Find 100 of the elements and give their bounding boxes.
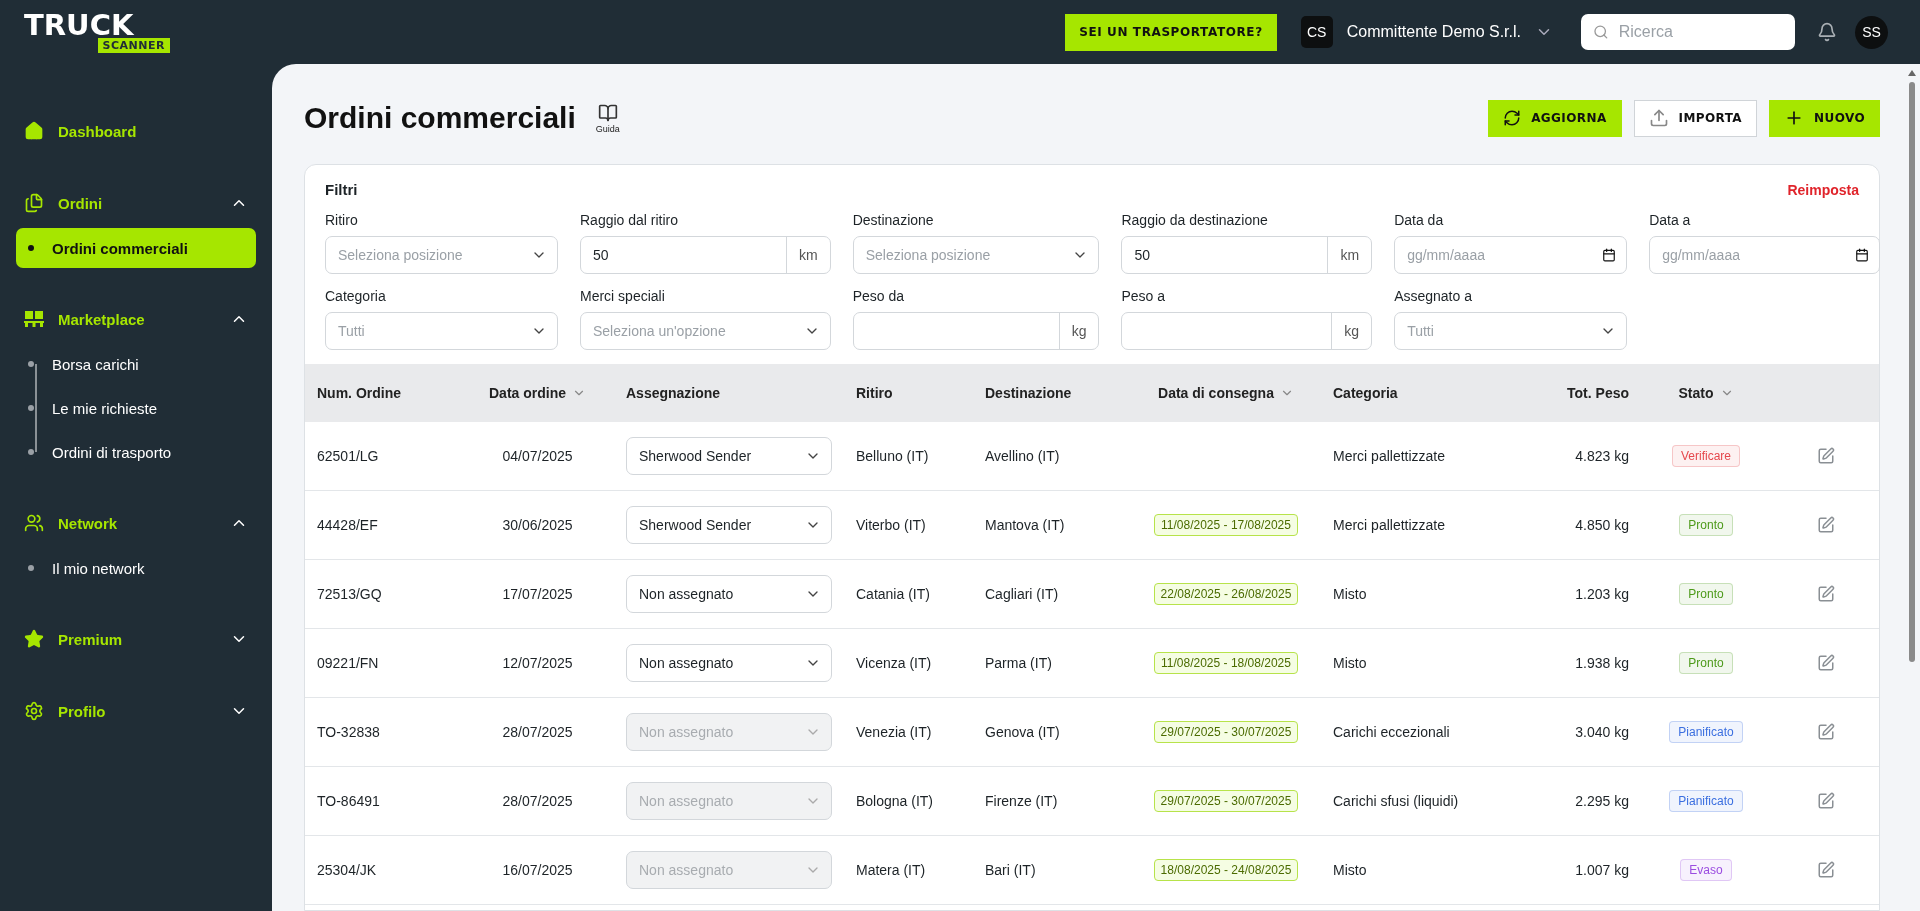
import-button[interactable]: IMPORTA bbox=[1633, 99, 1758, 137]
user-avatar[interactable]: SS bbox=[1855, 15, 1888, 49]
table-cell-text: Mantova (IT) bbox=[984, 517, 1066, 533]
carrier-button[interactable]: SEI UN TRASPORTATORE? bbox=[1065, 13, 1277, 51]
unit-label: kg bbox=[1058, 313, 1099, 349]
assignee-select[interactable]: Sherwood Sender bbox=[626, 437, 832, 475]
sidebar-section[interactable]: Ordini bbox=[16, 180, 256, 226]
column-header: Tot. Peso bbox=[1567, 385, 1629, 401]
assignee-select[interactable]: Non assegnato bbox=[626, 644, 832, 682]
assignee-select[interactable]: Non assegnato bbox=[626, 575, 832, 613]
sidebar-section[interactable]: Profilo bbox=[16, 688, 256, 734]
text-input[interactable]: 50 bbox=[581, 247, 786, 263]
search-field[interactable]: Ricerca bbox=[1581, 14, 1795, 50]
sidebar-section[interactable]: Network bbox=[16, 500, 256, 546]
edit-button[interactable] bbox=[1817, 723, 1835, 741]
delivery-date-badge: 29/07/2025 - 30/07/2025 bbox=[1153, 790, 1299, 812]
table-cell-text: 30/06/2025 bbox=[501, 517, 574, 533]
nav-icon bbox=[24, 121, 44, 141]
column-header: Destinazione bbox=[985, 385, 1072, 401]
status-badge: Pronto bbox=[1679, 652, 1733, 674]
assignee-input[interactable]: Sherwood Sender bbox=[627, 517, 805, 533]
input-field[interactable]: 50 km bbox=[580, 236, 831, 274]
book-icon bbox=[597, 102, 618, 123]
select-input[interactable]: Seleziona posizione bbox=[326, 247, 531, 263]
company-switcher[interactable]: CS Committente Demo S.r.l. bbox=[1300, 16, 1553, 48]
sidebar-item[interactable]: Il mio network bbox=[16, 548, 256, 588]
nav-icon bbox=[24, 513, 44, 533]
assignee-input[interactable]: Non assegnato bbox=[627, 655, 805, 671]
table-cell-text: Carichi eccezionali bbox=[1332, 724, 1451, 740]
input-field[interactable]: kg bbox=[1121, 312, 1373, 350]
table-cell-text: Matera (IT) bbox=[855, 862, 927, 878]
status-badge: Evaso bbox=[1680, 859, 1732, 881]
table-cell-text: Cagliari (IT) bbox=[984, 586, 1060, 602]
edit-button[interactable] bbox=[1817, 792, 1835, 810]
calendar-icon bbox=[1855, 248, 1870, 262]
input-field[interactable]: kg bbox=[852, 312, 1100, 350]
input-field[interactable]: 50 km bbox=[1121, 236, 1373, 274]
new-button[interactable]: NUOVO bbox=[1769, 99, 1880, 137]
refresh-icon bbox=[1503, 109, 1522, 127]
assignee-input[interactable]: Sherwood Sender bbox=[627, 448, 805, 464]
date-input[interactable]: gg/mm/aaaa bbox=[1395, 247, 1603, 263]
table-cell-text: 2.295 kg bbox=[1574, 793, 1630, 809]
edit-button[interactable] bbox=[1817, 585, 1835, 603]
table-cell-text: Catania (IT) bbox=[855, 586, 931, 602]
bell-icon[interactable] bbox=[1817, 22, 1837, 42]
edit-button[interactable] bbox=[1817, 654, 1835, 672]
column-header[interactable]: Data di consegna bbox=[1158, 385, 1274, 401]
select-input[interactable]: Tutti bbox=[326, 323, 531, 339]
assignee-input[interactable]: Non assegnato bbox=[627, 586, 805, 602]
table-cell-text: 4.823 kg bbox=[1574, 448, 1630, 464]
table-cell-text: 16/07/2025 bbox=[501, 862, 574, 878]
sidebar-item[interactable]: Ordini di trasporto bbox=[16, 432, 256, 472]
edit-button[interactable] bbox=[1817, 516, 1835, 534]
table-cell-text: Merci pallettizzate bbox=[1332, 517, 1447, 533]
search-input[interactable]: Ricerca bbox=[1616, 22, 1783, 42]
reset-link[interactable]: Reimposta bbox=[1787, 181, 1859, 198]
column-header: Assegnazione bbox=[626, 385, 721, 401]
select-field[interactable]: Seleziona un'opzione bbox=[580, 312, 831, 350]
sidebar-item[interactable]: Le mie richieste bbox=[16, 388, 256, 428]
delivery-date-badge: 22/08/2025 - 26/08/2025 bbox=[1153, 583, 1299, 605]
select-field[interactable]: Seleziona posizione bbox=[325, 236, 558, 274]
table-cell-text: Bologna (IT) bbox=[855, 793, 935, 809]
assignee-select[interactable]: Sherwood Sender bbox=[626, 506, 832, 544]
table-cell-text: 62501/LG bbox=[316, 448, 380, 464]
select-input[interactable]: Seleziona posizione bbox=[853, 247, 1073, 263]
sidebar-section[interactable]: Dashboard bbox=[16, 108, 256, 154]
column-header[interactable]: Data ordine bbox=[489, 385, 566, 401]
sidebar-item[interactable]: Ordini commerciali bbox=[16, 228, 256, 268]
sidebar-item[interactable]: Borsa carichi bbox=[16, 344, 256, 384]
edit-button[interactable] bbox=[1817, 447, 1835, 465]
table-cell-text: 28/07/2025 bbox=[501, 793, 574, 809]
select-field[interactable]: Seleziona posizione bbox=[852, 236, 1100, 274]
table-cell-text: Bari (IT) bbox=[984, 862, 1037, 878]
status-badge: Pronto bbox=[1679, 583, 1733, 605]
date-input[interactable]: gg/mm/aaaa bbox=[1650, 247, 1856, 263]
refresh-button[interactable]: AGGIORNA bbox=[1488, 99, 1622, 137]
sidebar-section[interactable]: Premium bbox=[16, 616, 256, 662]
date-field[interactable]: gg/mm/aaaa bbox=[1394, 236, 1628, 274]
date-field[interactable]: gg/mm/aaaa bbox=[1649, 236, 1881, 274]
filter-label: Peso a bbox=[1121, 288, 1167, 304]
select-field[interactable]: Tutti bbox=[325, 312, 558, 350]
text-input[interactable]: 50 bbox=[1122, 247, 1328, 263]
unit-label: km bbox=[1327, 237, 1372, 273]
unit-label: km bbox=[786, 237, 830, 273]
logo[interactable]: TRUCK SCANNER bbox=[24, 11, 170, 53]
select-field[interactable]: Tutti bbox=[1394, 312, 1628, 350]
column-header[interactable]: Stato bbox=[1678, 385, 1714, 401]
table-cell-text: 1.007 kg bbox=[1574, 862, 1630, 878]
edit-button[interactable] bbox=[1817, 861, 1835, 879]
table-cell-text: Carichi sfusi (liquidi) bbox=[1332, 793, 1460, 809]
filters-title: Filtri bbox=[325, 181, 358, 198]
table-cell-text: 1.203 kg bbox=[1574, 586, 1630, 602]
table-cell-text: Misto bbox=[1332, 655, 1368, 671]
sidebar-section[interactable]: Marketplace bbox=[16, 296, 256, 342]
filter-label: Destinazione bbox=[852, 212, 935, 228]
table-cell-text: 1.938 kg bbox=[1574, 655, 1630, 671]
guide-link[interactable]: Guida bbox=[595, 102, 620, 134]
select-input[interactable]: Seleziona un'opzione bbox=[581, 323, 804, 339]
table-cell-text: Merci pallettizzate bbox=[1332, 448, 1447, 464]
select-input[interactable]: Tutti bbox=[1395, 323, 1601, 339]
